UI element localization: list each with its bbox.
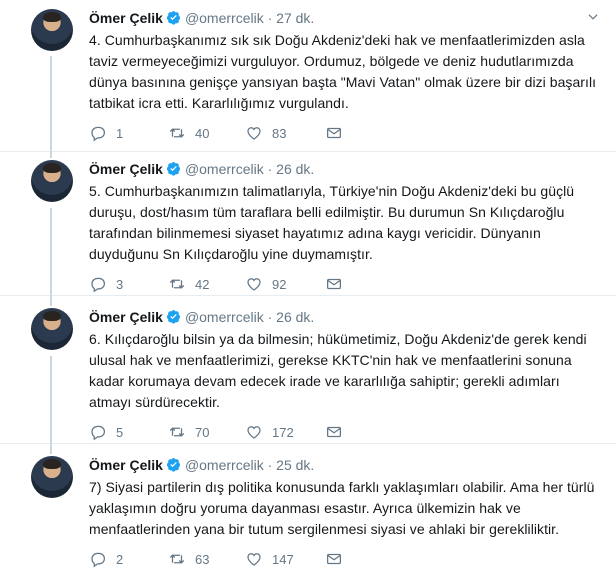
heart-icon — [247, 127, 261, 140]
reply-icon — [91, 552, 106, 568]
reply-icon — [91, 425, 106, 441]
retweet-button[interactable]: 42 — [168, 275, 209, 293]
retweet-icon — [169, 554, 185, 564]
verified-badge-icon — [166, 11, 180, 25]
tweet-actions: 5 70 172 — [89, 423, 600, 445]
reply-icon — [91, 126, 106, 142]
reply-button[interactable]: 1 — [89, 124, 123, 142]
author-handle[interactable]: @omerrcelik — [185, 457, 264, 473]
thread-line — [50, 152, 52, 158]
reply-button[interactable]: 5 — [89, 423, 123, 441]
retweet-count: 42 — [195, 276, 210, 292]
reply-icon — [91, 277, 106, 293]
retweet-button[interactable]: 70 — [168, 423, 209, 441]
tweet-header: Ömer Çelik @omerrcelik · 25 dk. — [89, 455, 600, 475]
retweet-icon — [169, 279, 185, 289]
verified-badge-icon — [166, 458, 180, 472]
reply-count: 1 — [116, 125, 124, 141]
retweet-button[interactable]: 40 — [168, 124, 209, 142]
author-handle[interactable]: @omerrcelik — [185, 309, 264, 325]
avatar-column — [0, 296, 80, 444]
envelope-icon — [326, 426, 342, 438]
like-button[interactable]: 147 — [245, 550, 294, 568]
heart-icon — [247, 278, 261, 291]
tweet[interactable]: Ömer Çelik @omerrcelik · 26 dk. 6. Kılıçd… — [0, 296, 616, 444]
envelope-icon — [326, 278, 342, 290]
verified-badge-icon — [166, 310, 180, 324]
author-name[interactable]: Ömer Çelik — [89, 309, 163, 325]
envelope-icon — [326, 127, 342, 139]
chevron-down-icon[interactable] — [586, 10, 600, 24]
author-handle[interactable]: @omerrcelik — [185, 10, 264, 26]
like-count: 92 — [272, 276, 287, 292]
retweet-count: 40 — [195, 125, 210, 141]
like-button[interactable]: 92 — [245, 275, 286, 293]
like-count: 147 — [272, 551, 294, 567]
tweet-header: Ömer Çelik @omerrcelik · 26 dk. — [89, 307, 600, 327]
thread-line — [50, 208, 52, 296]
thread-line — [50, 296, 52, 306]
avatar[interactable] — [31, 308, 73, 350]
tweet-header: Ömer Çelik @omerrcelik · 26 dk. — [89, 159, 600, 179]
like-count: 83 — [272, 125, 287, 141]
avatar-column — [0, 152, 80, 296]
direct-message-button[interactable] — [325, 124, 343, 142]
tweet-text: 4. Cumhurbaşkanımız sık sık Doğu Akdeniz… — [89, 32, 597, 111]
direct-message-button[interactable] — [325, 423, 343, 441]
tweet-actions: 1 40 83 — [89, 124, 600, 146]
author-handle[interactable]: @omerrcelik — [185, 161, 264, 177]
envelope-icon — [326, 553, 342, 565]
timestamp[interactable]: 26 dk. — [276, 161, 314, 177]
direct-message-button[interactable] — [325, 550, 343, 568]
retweet-icon — [169, 427, 185, 437]
reply-count: 2 — [116, 551, 124, 567]
verified-badge-icon — [166, 162, 180, 176]
tweet-actions: 2 63 147 — [89, 550, 600, 572]
reply-button[interactable]: 2 — [89, 550, 123, 568]
avatar[interactable] — [31, 456, 73, 498]
like-button[interactable]: 83 — [245, 124, 286, 142]
thread-line — [50, 444, 52, 454]
like-button[interactable]: 172 — [245, 423, 294, 441]
timestamp[interactable]: 26 dk. — [276, 309, 314, 325]
thread-line — [50, 356, 52, 444]
avatar[interactable] — [31, 9, 73, 51]
separator: · — [267, 161, 273, 177]
author-name[interactable]: Ömer Çelik — [89, 457, 163, 473]
timestamp[interactable]: 25 dk. — [276, 457, 314, 473]
thread-line — [50, 56, 52, 152]
separator: · — [267, 457, 273, 473]
tweet-text: 7) Siyasi partilerin dış politika konusu… — [89, 479, 595, 537]
tweet-header: Ömer Çelik @omerrcelik · 27 dk. — [89, 8, 600, 28]
author-name[interactable]: Ömer Çelik — [89, 10, 163, 26]
tweet[interactable]: Ömer Çelik @omerrcelik · 25 dk. 7) Siyasi… — [0, 444, 616, 576]
retweet-button[interactable]: 63 — [168, 550, 209, 568]
avatar-column — [0, 444, 80, 576]
heart-icon — [247, 426, 261, 439]
author-name[interactable]: Ömer Çelik — [89, 161, 163, 177]
retweet-icon — [169, 128, 185, 138]
reply-count: 3 — [116, 276, 124, 292]
avatar[interactable] — [31, 160, 73, 202]
reply-button[interactable]: 3 — [89, 275, 123, 293]
reply-count: 5 — [116, 424, 124, 440]
tweet-actions: 3 42 92 — [89, 275, 600, 297]
tweet-text: 6. Kılıçdaroğlu bilsin ya da bilmesin; h… — [89, 331, 587, 410]
tweet-text: 5. Cumhurbaşkanımızın talimatlarıyla, Tü… — [89, 183, 575, 262]
direct-message-button[interactable] — [325, 275, 343, 293]
tweet[interactable]: Ömer Çelik @omerrcelik · 27 dk. 4. Cumhur… — [0, 0, 616, 152]
like-count: 172 — [272, 424, 294, 440]
retweet-count: 70 — [195, 424, 210, 440]
timestamp[interactable]: 27 dk. — [276, 10, 314, 26]
separator: · — [267, 309, 273, 325]
heart-icon — [247, 553, 261, 566]
avatar-column — [0, 0, 80, 152]
tweet[interactable]: Ömer Çelik @omerrcelik · 26 dk. 5. Cumhur… — [0, 152, 616, 296]
separator: · — [267, 10, 273, 26]
retweet-count: 63 — [195, 551, 210, 567]
